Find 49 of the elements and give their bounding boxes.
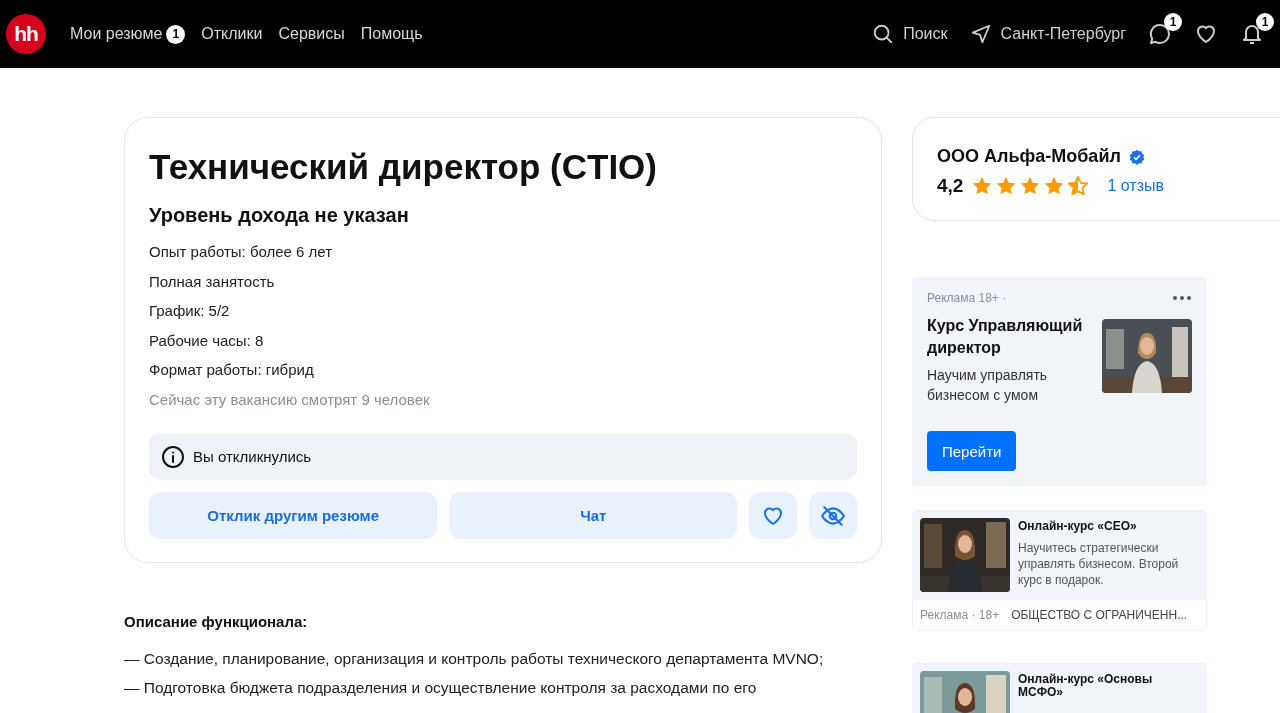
ad-label: Реклама · 18+ — [920, 608, 1000, 622]
go-button[interactable]: Перейти — [927, 431, 1017, 471]
detail-text: Рабочие часы: 8 — [149, 330, 265, 351]
chat-icon[interactable] — [1148, 22, 1172, 46]
heart-icon[interactable] — [1194, 22, 1218, 46]
detail-text: Опыт работы: более 6 лет — [149, 242, 334, 262]
star-icon — [971, 175, 994, 197]
more-icon[interactable] — [1172, 295, 1192, 301]
notice-text: Вы откликнулись — [193, 448, 312, 465]
detail-text: График: 5/2 — [149, 301, 231, 321]
bell-icon[interactable] — [1240, 22, 1264, 46]
action-button[interactable]: Чат — [449, 492, 738, 539]
navigation-arrow-icon — [969, 23, 992, 45]
ad-text: Научитесь стратегически управлять бизнесом. Второй курс в подарок. — [1018, 540, 1180, 588]
section-heading: Описание функционала: — [124, 613, 309, 630]
location-link[interactable]: Санкт-Петербург — [969, 23, 1126, 45]
count-badge: 1 — [1256, 13, 1274, 31]
favorite-button[interactable] — [749, 492, 798, 539]
description-item: — Создание, планирование, организация и контроль работы технического департамента MVNO; — [124, 649, 825, 669]
ad-title: Онлайн-курс «Основы МСФО» — [1018, 673, 1154, 699]
description-item: — Подготовка бюджета подразделения и осуществление контроля за расходами по его — [124, 678, 758, 698]
employer-name[interactable]: ООО Альфа-Мобайл — [937, 146, 1121, 167]
nav-link[interactable]: Сервисы — [278, 24, 345, 44]
action-button[interactable]: Отклик другим резюме — [149, 492, 438, 539]
ad-text: Научим управлять бизнесом с умом — [927, 366, 1049, 405]
star-icon — [1067, 175, 1090, 197]
nav-link[interactable]: Мои резюме 1 — [70, 24, 186, 44]
detail-text: Формат работы: гибрид — [149, 360, 315, 380]
nav-link[interactable]: Помощь — [360, 24, 423, 44]
viewers-text: Сейчас эту вакансию смотрят 9 человек — [149, 389, 431, 410]
search-link[interactable]: Поиск — [872, 23, 948, 45]
star-icon — [1043, 175, 1066, 197]
star-icon — [995, 175, 1018, 197]
nav-link[interactable]: Отклики — [201, 24, 263, 44]
advertiser-name: ОБЩЕСТВО С ОГРАНИЧЕНН... — [1011, 608, 1188, 622]
info-icon — [161, 444, 185, 469]
rating-value: 4,2 — [937, 175, 964, 197]
salary-text: Уровень дохода не указан — [149, 204, 410, 227]
hide-button[interactable] — [809, 492, 857, 539]
search-icon — [872, 23, 895, 45]
ad-title: Курс Управляющий директор — [927, 316, 1084, 358]
ad-label: Реклама 18+ · — [927, 291, 1007, 305]
logo[interactable]: hh — [6, 14, 46, 54]
star-icon — [1019, 175, 1042, 197]
detail-text: Полная занятость — [149, 271, 276, 292]
count-badge: 1 — [1164, 13, 1182, 31]
reviews-link[interactable]: 1 отзыв — [1107, 177, 1164, 195]
ad-title: Онлайн-курс «СЕО» — [1018, 520, 1138, 533]
vacancy-title: Технический директор (CTIO) — [149, 146, 658, 188]
